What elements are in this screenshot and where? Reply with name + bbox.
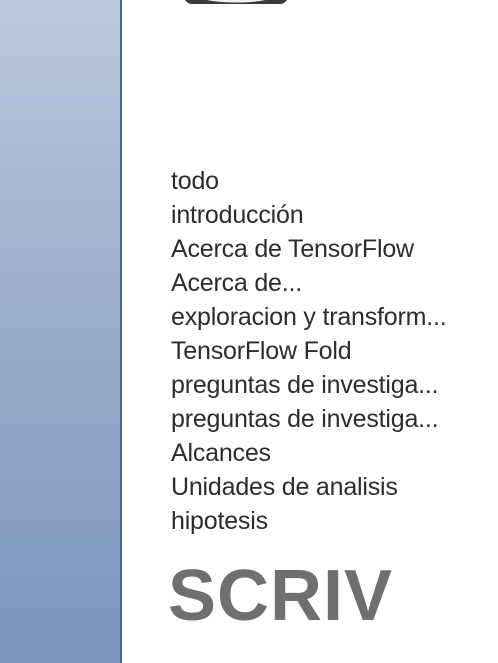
document-list-item[interactable]: Acerca de TensorFlow — [171, 232, 446, 266]
document-list-item[interactable]: TensorFlow Fold — [171, 334, 446, 368]
document-list-item[interactable]: Acerca de... — [171, 266, 446, 300]
document-list-item[interactable]: Alcances — [171, 436, 446, 470]
document-list-item[interactable]: hipotesis — [171, 504, 446, 538]
app-icon[interactable] — [180, 0, 292, 10]
screen: todo introducción Acerca de TensorFlow Acer… — [0, 0, 498, 663]
document-list-item[interactable]: introducción — [171, 198, 446, 232]
app-name-watermark: SCRIV — [168, 556, 394, 636]
document-list-item[interactable]: preguntas de investiga... — [171, 368, 446, 402]
document-list: todo introducción Acerca de TensorFlow Acer… — [171, 164, 447, 538]
document-list-item[interactable]: preguntas de investiga... — [171, 402, 446, 436]
sidebar-panel — [0, 0, 122, 663]
document-list-item[interactable]: todo — [171, 164, 446, 198]
document-list-item[interactable]: exploracion y transform... — [171, 300, 447, 334]
document-list-item[interactable]: Unidades de analisis — [171, 470, 446, 504]
